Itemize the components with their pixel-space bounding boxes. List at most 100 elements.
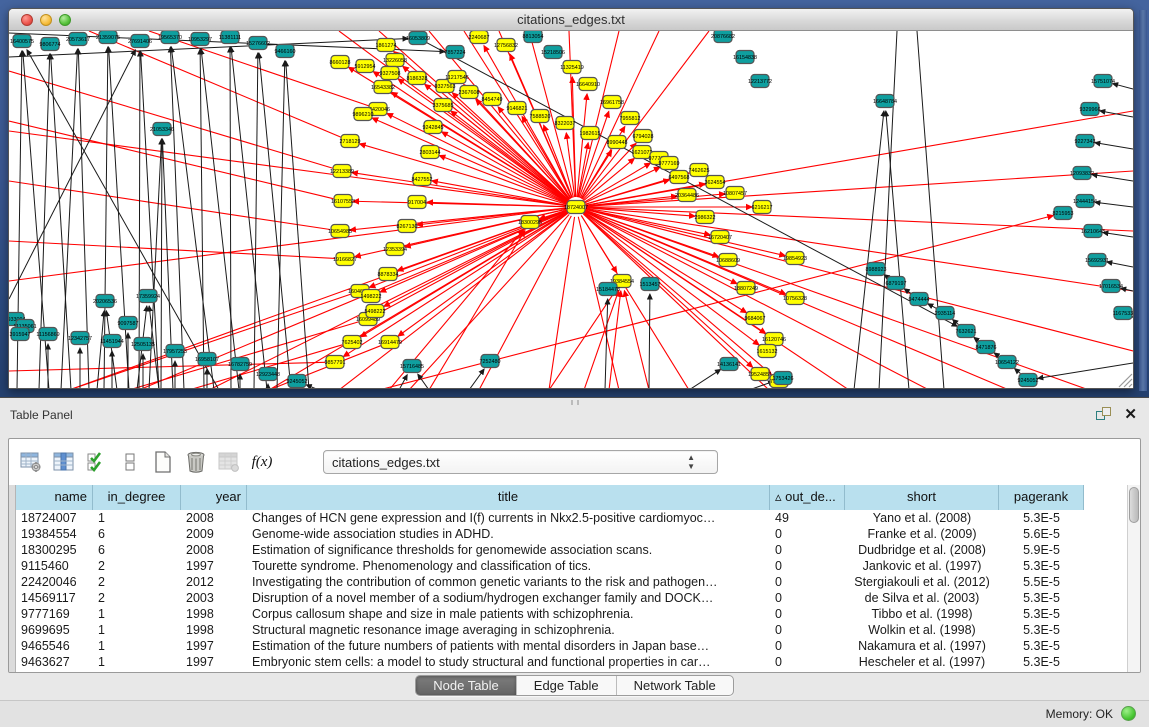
graph-node[interactable]: 6879197 <box>886 277 907 290</box>
column-header-short[interactable]: short <box>845 485 999 510</box>
graph-node[interactable]: 9466160 <box>275 45 296 58</box>
tab-node-table[interactable]: Node Table <box>416 676 517 695</box>
column-header-name[interactable]: name <box>16 485 93 510</box>
graph-edge[interactable] <box>201 49 239 388</box>
graph-edge[interactable] <box>398 213 568 336</box>
close-icon[interactable]: ✕ <box>1124 407 1137 422</box>
zoom-traffic-light-icon[interactable] <box>59 14 71 26</box>
graph-edge[interactable] <box>1095 143 1133 149</box>
graph-node[interactable]: 9245052 <box>287 375 308 388</box>
graph-node[interactable]: 16914479 <box>378 336 402 349</box>
network-window-titlebar[interactable]: citations_edges.txt <box>9 9 1133 31</box>
graph-node[interactable]: 16648784 <box>873 95 897 108</box>
graph-edge[interactable] <box>9 241 335 258</box>
graph-edge[interactable] <box>1095 202 1133 207</box>
graph-node[interactable]: 7625402 <box>342 336 363 349</box>
graph-edge[interactable] <box>649 294 650 388</box>
combobox-stepper-icon[interactable]: ▲▼ <box>687 453 695 471</box>
graph-edge[interactable] <box>417 208 566 225</box>
graph-node[interactable]: 10756328 <box>783 292 807 305</box>
graph-node[interactable]: 8988923 <box>866 263 887 276</box>
table-source-combobox[interactable]: citations_edges.txt ▲▼ <box>323 450 718 474</box>
memory-status-icon[interactable] <box>1121 706 1136 721</box>
graph-node[interactable]: 1615132 <box>757 345 778 358</box>
graph-node[interactable]: 16210643 <box>1081 225 1105 238</box>
column-header-out_de[interactable]: ▵ out_de... <box>770 485 845 510</box>
graph-edge[interactable] <box>586 210 1133 351</box>
graph-node[interactable]: 18724007 <box>564 201 588 214</box>
graph-edge[interactable] <box>586 208 1133 291</box>
network-window[interactable]: citations_edges.txt 18724007 8660128 59129… <box>8 8 1134 389</box>
graph-edge[interactable] <box>689 369 721 388</box>
graph-node[interactable]: 21053346 <box>150 123 174 136</box>
graph-node[interactable]: 7955812 <box>620 112 641 125</box>
graph-node[interactable]: 12213389 <box>330 165 354 178</box>
graph-node[interactable]: 15276602 <box>246 37 270 50</box>
graph-edge[interactable] <box>994 353 999 356</box>
graph-node[interactable]: 12756832 <box>494 39 518 52</box>
graph-node[interactable]: 15218506 <box>541 46 565 59</box>
graph-edge[interactable] <box>209 211 567 388</box>
graph-node[interactable]: 2803144 <box>420 146 441 159</box>
graph-node[interactable]: 12505135 <box>131 338 155 351</box>
new-document-icon[interactable] <box>151 449 175 475</box>
graph-node[interactable]: 17359924 <box>136 290 160 303</box>
graph-edge[interactable] <box>974 337 978 341</box>
graph-edge[interactable] <box>254 53 258 388</box>
graph-node[interactable]: 20364486 <box>675 189 699 202</box>
graph-edge[interactable] <box>586 209 786 255</box>
graph-edge[interactable] <box>161 139 162 388</box>
graph-node[interactable]: 9684067 <box>745 312 766 325</box>
graph-edge[interactable] <box>129 322 358 388</box>
graph-edge[interactable] <box>1015 369 1021 374</box>
graph-node[interactable]: 18300295 <box>518 216 542 229</box>
network-canvas[interactable]: 1872400786601285912954132260589327508165… <box>9 31 1133 388</box>
graph-node[interactable]: 16640910 <box>576 78 600 91</box>
graph-node[interactable]: 1861274 <box>376 39 397 52</box>
column-header-in_degree[interactable]: in_degree <box>93 485 181 510</box>
graph-node[interactable]: 1513457 <box>640 278 661 291</box>
graph-node[interactable]: 14136141 <box>717 358 741 371</box>
graph-node[interactable]: 16543382 <box>371 81 395 94</box>
graph-node[interactable]: 1167533 <box>1113 307 1133 320</box>
graph-edge[interactable] <box>917 31 944 388</box>
minimize-traffic-light-icon[interactable] <box>40 14 52 26</box>
graph-node[interactable]: 12353394 <box>383 243 407 256</box>
graph-edge[interactable] <box>277 61 285 388</box>
column-header-pagerank[interactable]: pagerank <box>999 485 1084 510</box>
graph-node[interactable]: 6216217 <box>752 201 773 214</box>
graph-node[interactable]: 10807457 <box>723 187 747 200</box>
graph-node[interactable]: 17016534 <box>1099 280 1123 293</box>
column-header-year[interactable]: year <box>181 485 247 510</box>
column-header-title[interactable]: title <box>247 485 770 510</box>
graph-node[interactable]: 11325419 <box>560 61 584 74</box>
graph-node[interactable]: 9896210 <box>353 108 374 121</box>
graph-node[interactable]: 12213772 <box>748 75 772 88</box>
graph-edge[interactable] <box>200 49 204 388</box>
graph-node[interactable]: 20876682 <box>711 31 735 43</box>
graph-edge[interactable] <box>89 31 341 137</box>
graph-node[interactable]: 1498222 <box>361 290 382 303</box>
graph-node[interactable]: 11381111 <box>219 31 241 44</box>
graph-node[interactable]: 19166827 <box>333 253 357 266</box>
graph-node[interactable]: 5498222 <box>365 305 386 318</box>
graph-edge[interactable] <box>149 139 162 388</box>
graph-edge[interactable] <box>1107 262 1133 267</box>
graph-node[interactable]: 7462625 <box>689 164 710 177</box>
graph-node[interactable]: 17957253 <box>163 345 187 358</box>
graph-node[interactable]: 5912954 <box>355 60 376 73</box>
graph-edge[interactable] <box>97 311 104 388</box>
function-builder-icon[interactable]: f(x) <box>250 449 274 475</box>
graph-node[interactable]: 9245052 <box>1018 374 1039 387</box>
graph-node[interactable]: 9777169 <box>659 157 680 170</box>
graph-node[interactable]: 2718129 <box>340 135 361 148</box>
graph-node[interactable]: 9474444 <box>909 293 930 306</box>
graph-node[interactable]: 8186328 <box>407 72 428 85</box>
graph-node[interactable]: 8660128 <box>330 56 351 69</box>
graph-edge[interactable] <box>583 214 769 388</box>
graph-node[interactable]: 9857791 <box>325 356 346 369</box>
graph-node[interactable]: 2240687 <box>469 31 490 44</box>
graph-node[interactable]: 8215953 <box>1053 207 1074 220</box>
graph-edge[interactable] <box>286 61 309 388</box>
graph-node[interactable]: 27691406 <box>128 35 152 48</box>
